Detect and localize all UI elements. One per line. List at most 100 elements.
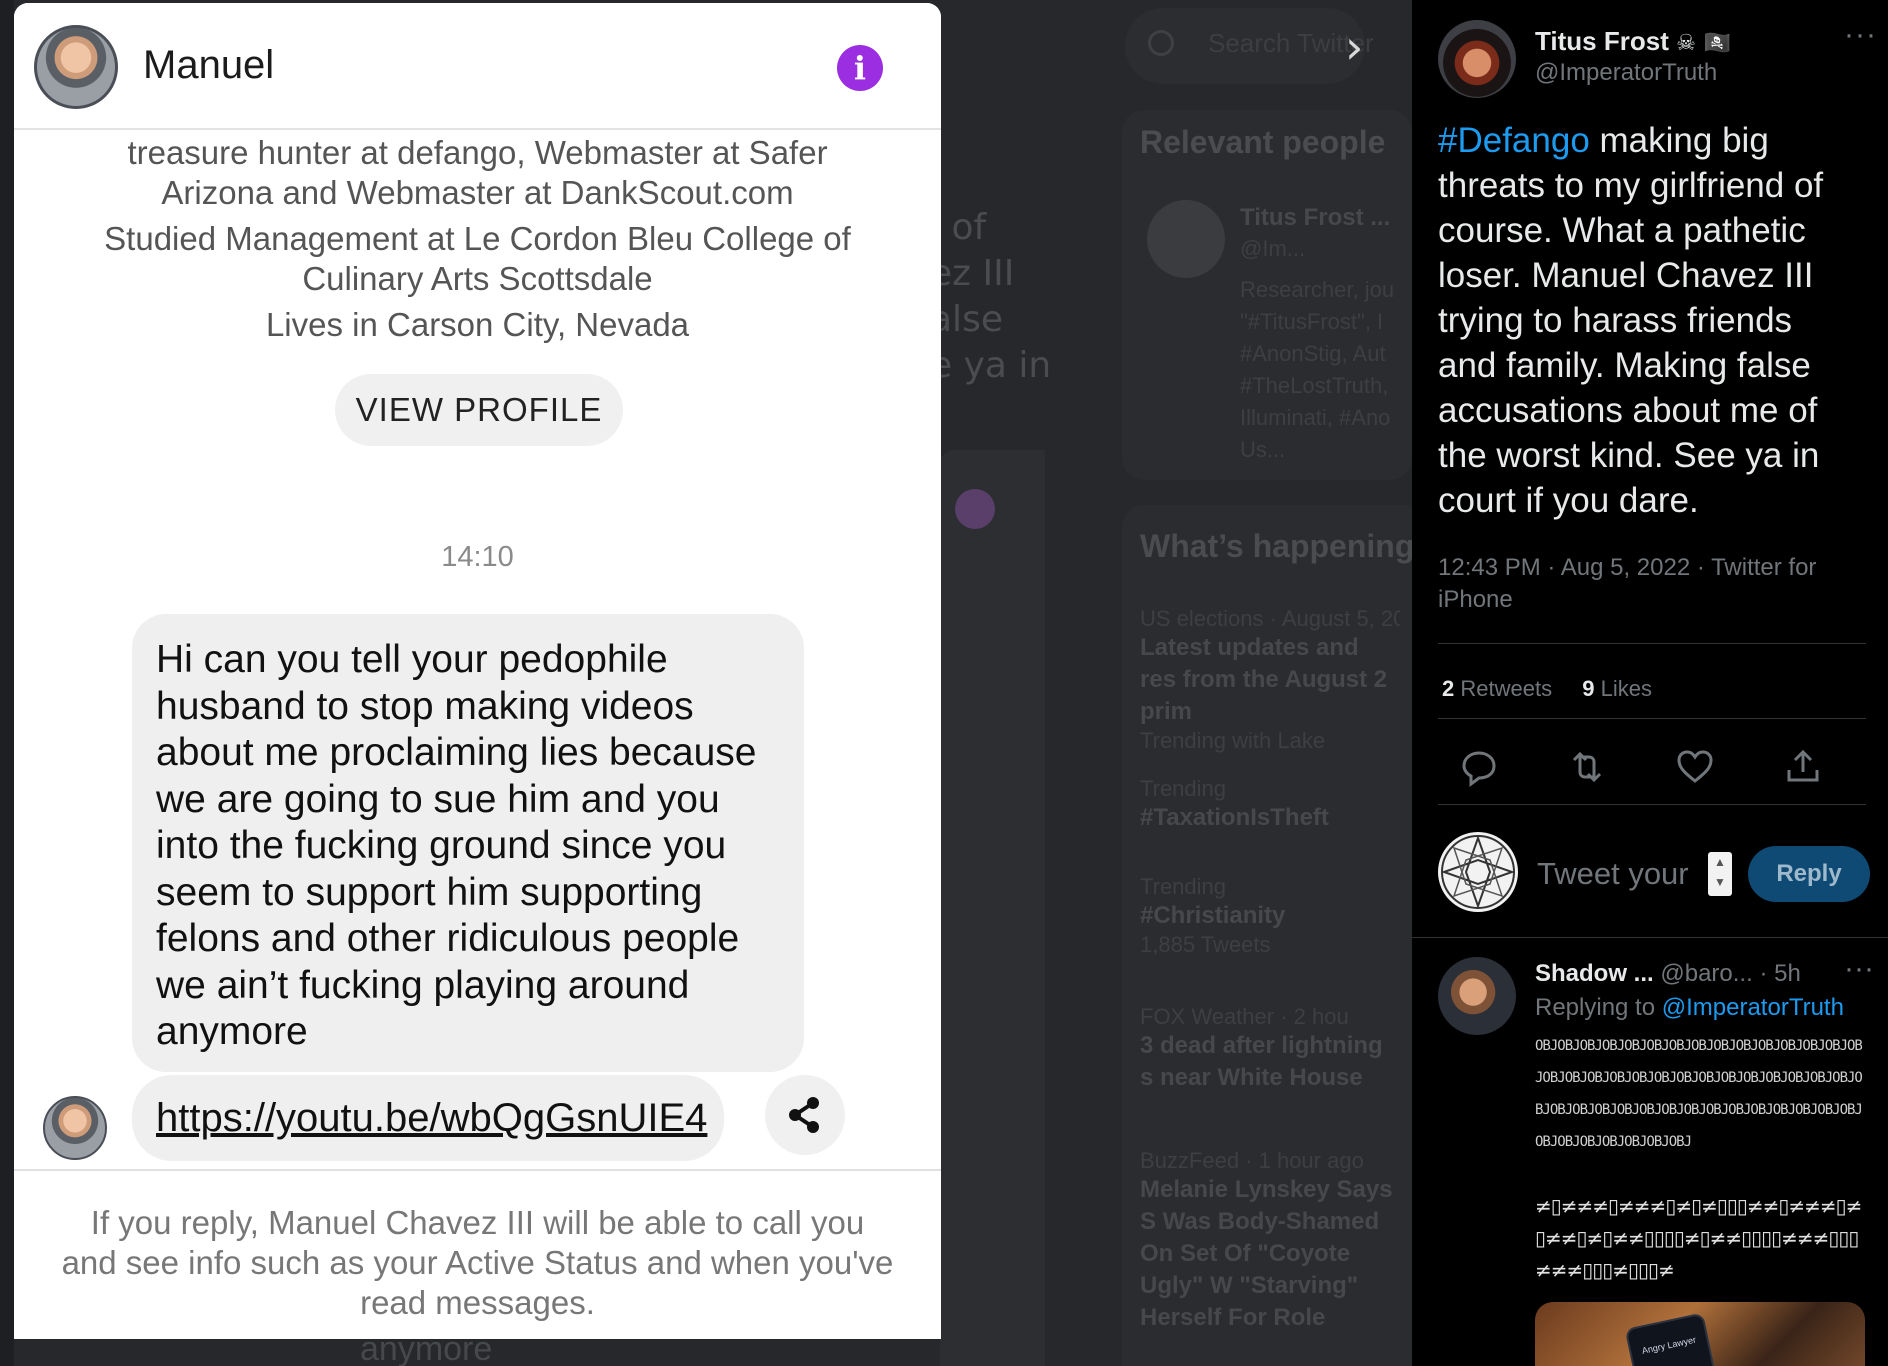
share-button[interactable] — [765, 1075, 845, 1155]
relevant-person-bio: Researcher, jou "#TitusFrost", I #AnonSt… — [1240, 274, 1394, 466]
retweets-count: 2 — [1442, 676, 1455, 701]
trend-title: #Christianity — [1140, 902, 1286, 929]
reply-glyph-text: OBJOBJOBJOBJOBJOBJOBJOBJOBJOBJOBJOBJOBJO… — [1535, 1038, 1863, 1150]
trend-item[interactable]: Trending #TaxationIsTheft — [1140, 776, 1400, 834]
composer-divider — [14, 1169, 941, 1171]
tweet-author-name[interactable]: Titus Frost ☠ 🏴‍☠️ — [1535, 26, 1731, 57]
contact-name[interactable]: Manuel — [143, 43, 274, 88]
behind-text-line: l of — [930, 207, 987, 248]
reply-time[interactable]: · 5h — [1759, 960, 1800, 987]
likes-label: Likes — [1600, 676, 1652, 701]
reply-header: Shadow ... @baro... · 5h — [1535, 960, 1801, 988]
profile-education-line: Culinary Arts Scottsdale — [302, 260, 653, 297]
bio-line: #AnonStig, Aut — [1240, 341, 1386, 366]
reply-section-divider — [1412, 937, 1888, 938]
search-icon — [1148, 30, 1174, 56]
message-line: felons and other ridiculous people — [156, 917, 740, 960]
tweet-text-line: the worst kind. See ya in — [1438, 436, 1820, 475]
message-line: we ain’t fucking playing around — [156, 963, 690, 1007]
chat-header: Manuel i — [14, 3, 941, 130]
expand-chevron-icon[interactable]: › — [1345, 22, 1364, 72]
trend-sub: 1,885 Tweets — [1140, 932, 1271, 957]
replying-to-handle[interactable]: @ImperatorTruth — [1662, 994, 1844, 1021]
youtube-link[interactable]: https://youtu.be/wbQgGsnUIE4 — [156, 1096, 707, 1140]
trend-item[interactable]: BuzzFeed · 1 hour ago Melanie Lynskey Sa… — [1140, 1148, 1400, 1334]
reply-media-image[interactable]: Angry Lawyer — [1535, 1302, 1865, 1366]
tweet-text-line: making big — [1589, 121, 1769, 160]
tweet-text-line: course. What a pathetic — [1438, 211, 1806, 250]
share-icon — [789, 1097, 819, 1133]
reply-button[interactable]: Reply — [1748, 846, 1870, 902]
bio-line: "#TitusFrost", I — [1240, 309, 1384, 334]
trend-title: Latest updates and res from the August 2… — [1140, 634, 1388, 725]
author-name-text: Titus Frost — [1535, 26, 1669, 56]
tweet-hashtag-link[interactable]: #Defango — [1438, 121, 1590, 160]
behind-tweet-text: l of ez III alse e ya in — [930, 205, 1051, 389]
retweets-stat[interactable]: 2 Retweets — [1442, 676, 1552, 701]
info-icon[interactable]: i — [837, 45, 883, 91]
likes-count: 9 — [1582, 676, 1595, 701]
reply-glyph-text-2: ≠▯≠≠≠▯≠≠≠▯≠▯≠▯▯▯≠≠▯≠≠≠▯≠▯≠≠▯≠▯≠≠▯▯▯▯≠▯≠≠… — [1535, 1194, 1862, 1282]
more-options-icon[interactable]: ··· — [1844, 18, 1877, 52]
profile-education-line: Studied Management at Le Cordon Bleu Col… — [104, 220, 851, 257]
tweet-text-line: accusations about me of — [1438, 391, 1818, 430]
author-name-emoji: ☠ 🏴‍☠️ — [1676, 31, 1731, 56]
link-message-bubble[interactable]: https://youtu.be/wbQgGsnUIE4 — [132, 1075, 724, 1161]
trend-title: 3 dead after lightning s near White Hous… — [1140, 1032, 1383, 1091]
current-user-avatar[interactable] — [1438, 832, 1518, 912]
trend-title: Melanie Lynskey Says S Was Body-Shamed O… — [1140, 1176, 1393, 1331]
likes-stat[interactable]: 9 Likes — [1582, 676, 1652, 701]
message-line: Hi can you tell your pedophile — [156, 638, 668, 681]
behind-text-line: alse — [930, 299, 1003, 340]
reply-input[interactable]: Tweet your — [1537, 856, 1689, 892]
bio-line: Us... — [1240, 437, 1286, 462]
trend-item[interactable]: US elections · August 5, 2022 Latest upd… — [1140, 606, 1400, 754]
phone-illustration: Angry Lawyer — [1624, 1312, 1718, 1366]
notice-line: and see info such as your Active Status … — [61, 1244, 894, 1281]
share-icon[interactable] — [1778, 742, 1828, 792]
message-line: about me proclaiming lies because — [156, 731, 757, 774]
message-line: seem to support him supporting — [156, 870, 703, 914]
trend-context: BuzzFeed · 1 hour ago — [1140, 1148, 1364, 1173]
replying-to: Replying to @ImperatorTruth — [1535, 994, 1844, 1022]
reply-author-name[interactable]: Shadow ... — [1535, 960, 1654, 987]
reply-more-options-icon[interactable]: ··· — [1844, 952, 1874, 986]
contact-avatar[interactable] — [34, 25, 118, 109]
sender-avatar — [43, 1096, 107, 1160]
message-bubble[interactable]: Hi can you tell your pedophile husband t… — [132, 614, 804, 1072]
trend-item[interactable]: Trending #Christianity 1,885 Tweets — [1140, 874, 1400, 958]
tweet-author-handle[interactable]: @ImperatorTruth — [1535, 59, 1717, 87]
background-info-icon — [955, 489, 995, 529]
view-profile-button[interactable]: VIEW PROFILE — [335, 374, 623, 446]
behind-text-line: e ya in — [930, 345, 1052, 386]
relevant-person-avatar — [1147, 200, 1225, 278]
tweet-text: #Defango making big threats to my girlfr… — [1438, 118, 1878, 523]
retweets-label: Retweets — [1460, 676, 1553, 701]
profile-location-line: Lives in Carson City, Nevada — [265, 306, 690, 343]
relevant-person-name: Titus Frost ... — [1240, 204, 1391, 231]
tweet-stats: 2 Retweets 9 Likes — [1442, 676, 1652, 702]
message-line: anymore — [156, 1010, 308, 1053]
like-icon[interactable] — [1670, 742, 1720, 792]
tweet-timestamp[interactable]: 12:43 PM · Aug 5, 2022 · Twitter for iPh… — [1438, 552, 1858, 616]
tweet-text-line: court if you dare. — [1438, 481, 1699, 520]
tweet-text-line: and family. Making false — [1438, 346, 1811, 385]
notice-line: If you reply, Manuel Chavez III will be … — [90, 1204, 865, 1241]
actions-bottom-divider — [1438, 804, 1866, 805]
reply-author-handle[interactable]: @baro... — [1660, 960, 1752, 987]
input-scroll-stepper[interactable]: ▲ ▼ — [1708, 852, 1732, 896]
relevant-people-heading: Relevant people — [1140, 124, 1386, 160]
reply-icon[interactable] — [1454, 742, 1504, 792]
notice-line: read messages. — [360, 1284, 595, 1321]
tweet-text-line: loser. Manuel Chavez III — [1438, 256, 1814, 295]
trend-title: #TaxationIsTheft — [1140, 804, 1329, 831]
reply-author-avatar[interactable] — [1438, 957, 1516, 1035]
tweet-author-avatar[interactable] — [1438, 20, 1516, 98]
tweet-detail-panel: Titus Frost ☠ 🏴‍☠️ @ImperatorTruth ··· #… — [1412, 0, 1888, 1366]
contact-profile-info: treasure hunter at defango, Webmaster at… — [54, 133, 901, 345]
retweet-icon[interactable] — [1562, 742, 1612, 792]
bio-line: #TheLostTruth, — [1240, 373, 1389, 398]
profile-work-line: Arizona and Webmaster at DankScout.com — [161, 174, 794, 211]
trend-item[interactable]: FOX Weather · 2 hou 3 dead after lightni… — [1140, 1004, 1400, 1094]
relevant-person-handle: @Im... — [1240, 236, 1306, 261]
